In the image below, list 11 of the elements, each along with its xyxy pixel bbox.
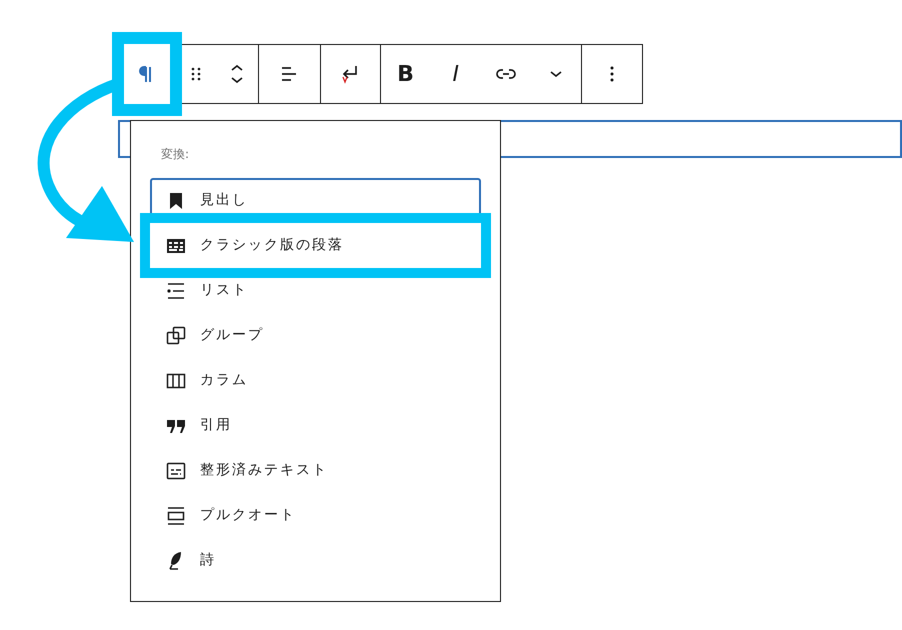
menu-item[interactable]: 詩 xyxy=(150,538,481,583)
chevron-down-icon xyxy=(550,71,562,77)
menu-label: 変換: xyxy=(161,146,190,163)
menu-item[interactable]: 整形済みテキスト xyxy=(150,448,481,493)
menu-item[interactable]: カラム xyxy=(150,358,481,403)
block-type-button[interactable] xyxy=(124,44,170,104)
menu-item[interactable]: リスト xyxy=(150,268,481,313)
more-icon xyxy=(610,66,614,82)
menu-item[interactable]: プルクオート xyxy=(150,493,481,538)
menu-item[interactable]: グループ xyxy=(150,313,481,358)
menu-item[interactable]: 引用 xyxy=(150,403,481,448)
